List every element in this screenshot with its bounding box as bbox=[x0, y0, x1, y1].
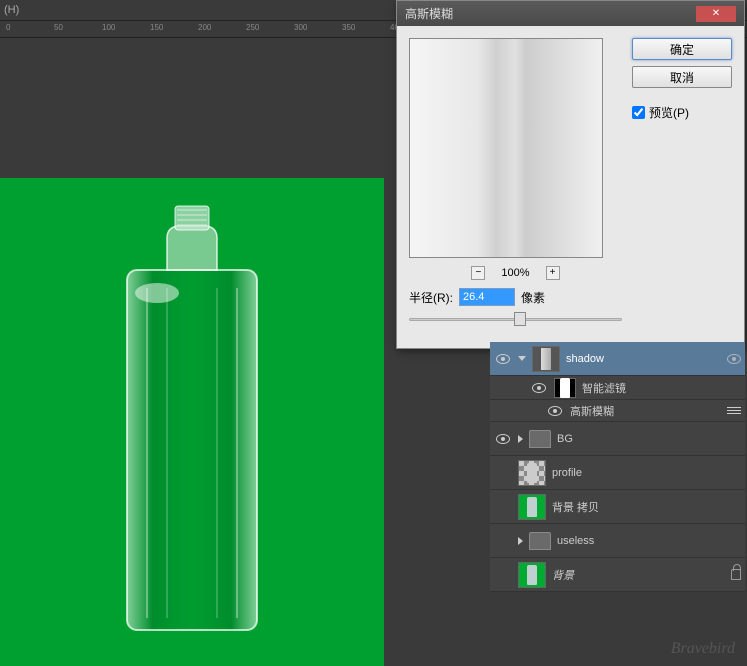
chevron-right-icon[interactable] bbox=[518, 537, 523, 545]
folder-icon bbox=[529, 430, 551, 448]
eye-icon[interactable] bbox=[496, 434, 510, 444]
zoom-percent: 100% bbox=[501, 267, 529, 279]
radius-label: 半径(R): bbox=[409, 289, 453, 306]
radius-slider[interactable] bbox=[409, 310, 622, 330]
chevron-right-icon[interactable] bbox=[518, 435, 523, 443]
visibility-toggle[interactable] bbox=[496, 570, 510, 580]
layers-panel: shadow 智能滤镜 高斯模糊 BG profile 背景 拷贝 useles… bbox=[490, 342, 745, 592]
layer-thumb bbox=[532, 346, 560, 372]
layer-row-shadow[interactable]: shadow bbox=[490, 342, 745, 376]
eye-icon[interactable] bbox=[496, 354, 510, 364]
canvas[interactable] bbox=[0, 178, 384, 666]
ruler-tick: 0 bbox=[6, 23, 10, 32]
ruler-tick: 250 bbox=[246, 23, 259, 32]
gaussian-blur-dialog: 高斯模糊 ✕ − 100% + 半径(R): 像素 确定 取消 bbox=[396, 0, 745, 349]
ruler-tick: 350 bbox=[342, 23, 355, 32]
ruler-tick: 50 bbox=[54, 23, 63, 32]
eye-icon[interactable] bbox=[548, 406, 562, 416]
layer-thumb bbox=[518, 460, 546, 486]
layer-name[interactable]: BG bbox=[557, 433, 741, 445]
layer-name[interactable]: 智能滤镜 bbox=[582, 380, 741, 396]
layer-row-background[interactable]: 背景 bbox=[490, 558, 745, 592]
layer-name[interactable]: shadow bbox=[566, 353, 721, 365]
ruler-tick: 100 bbox=[102, 23, 115, 32]
menu-help[interactable]: (H) bbox=[4, 4, 19, 16]
filter-mask-thumb bbox=[554, 378, 576, 398]
layer-name[interactable]: 背景 拷贝 bbox=[552, 499, 741, 515]
layer-thumb bbox=[518, 494, 546, 520]
dialog-title-text: 高斯模糊 bbox=[405, 5, 453, 22]
slider-thumb[interactable] bbox=[514, 312, 526, 326]
chevron-down-icon[interactable] bbox=[518, 356, 526, 361]
ruler-tick: 300 bbox=[294, 23, 307, 32]
layer-name[interactable]: 背景 bbox=[552, 567, 725, 583]
zoom-out-button[interactable]: − bbox=[471, 266, 485, 280]
dialog-titlebar[interactable]: 高斯模糊 ✕ bbox=[397, 1, 744, 26]
ruler-tick: 150 bbox=[150, 23, 163, 32]
cancel-button[interactable]: 取消 bbox=[632, 66, 732, 88]
radius-input[interactable] bbox=[459, 288, 515, 306]
preview-checkbox[interactable] bbox=[632, 106, 645, 119]
preview-label: 预览(P) bbox=[649, 104, 689, 121]
filter-toggle-icon[interactable] bbox=[727, 354, 741, 364]
layer-row-smartfilter[interactable]: 智能滤镜 bbox=[490, 376, 745, 400]
layer-row-profile[interactable]: profile bbox=[490, 456, 745, 490]
preview-area[interactable] bbox=[409, 38, 603, 258]
folder-icon bbox=[529, 532, 551, 550]
zoom-in-button[interactable]: + bbox=[546, 266, 560, 280]
layer-row-bg[interactable]: BG bbox=[490, 422, 745, 456]
visibility-toggle[interactable] bbox=[496, 468, 510, 478]
layer-row-bgcopy[interactable]: 背景 拷贝 bbox=[490, 490, 745, 524]
eye-icon[interactable] bbox=[532, 383, 546, 393]
layer-name[interactable]: 高斯模糊 bbox=[570, 403, 721, 419]
filter-options-icon[interactable] bbox=[727, 407, 741, 414]
bottle-image bbox=[97, 198, 287, 638]
radius-unit: 像素 bbox=[521, 289, 545, 306]
preview-checkbox-row[interactable]: 预览(P) bbox=[632, 104, 732, 121]
signature: Bravebird bbox=[671, 640, 735, 658]
layer-row-useless[interactable]: useless bbox=[490, 524, 745, 558]
ruler-tick: 200 bbox=[198, 23, 211, 32]
layer-name[interactable]: profile bbox=[552, 467, 741, 479]
ok-button[interactable]: 确定 bbox=[632, 38, 732, 60]
visibility-toggle[interactable] bbox=[496, 502, 510, 512]
lock-icon[interactable] bbox=[731, 569, 741, 580]
layer-row-gaussian[interactable]: 高斯模糊 bbox=[490, 400, 745, 422]
visibility-toggle[interactable] bbox=[496, 536, 510, 546]
layer-thumb bbox=[518, 562, 546, 588]
close-icon[interactable]: ✕ bbox=[696, 6, 736, 22]
layer-name[interactable]: useless bbox=[557, 535, 741, 547]
